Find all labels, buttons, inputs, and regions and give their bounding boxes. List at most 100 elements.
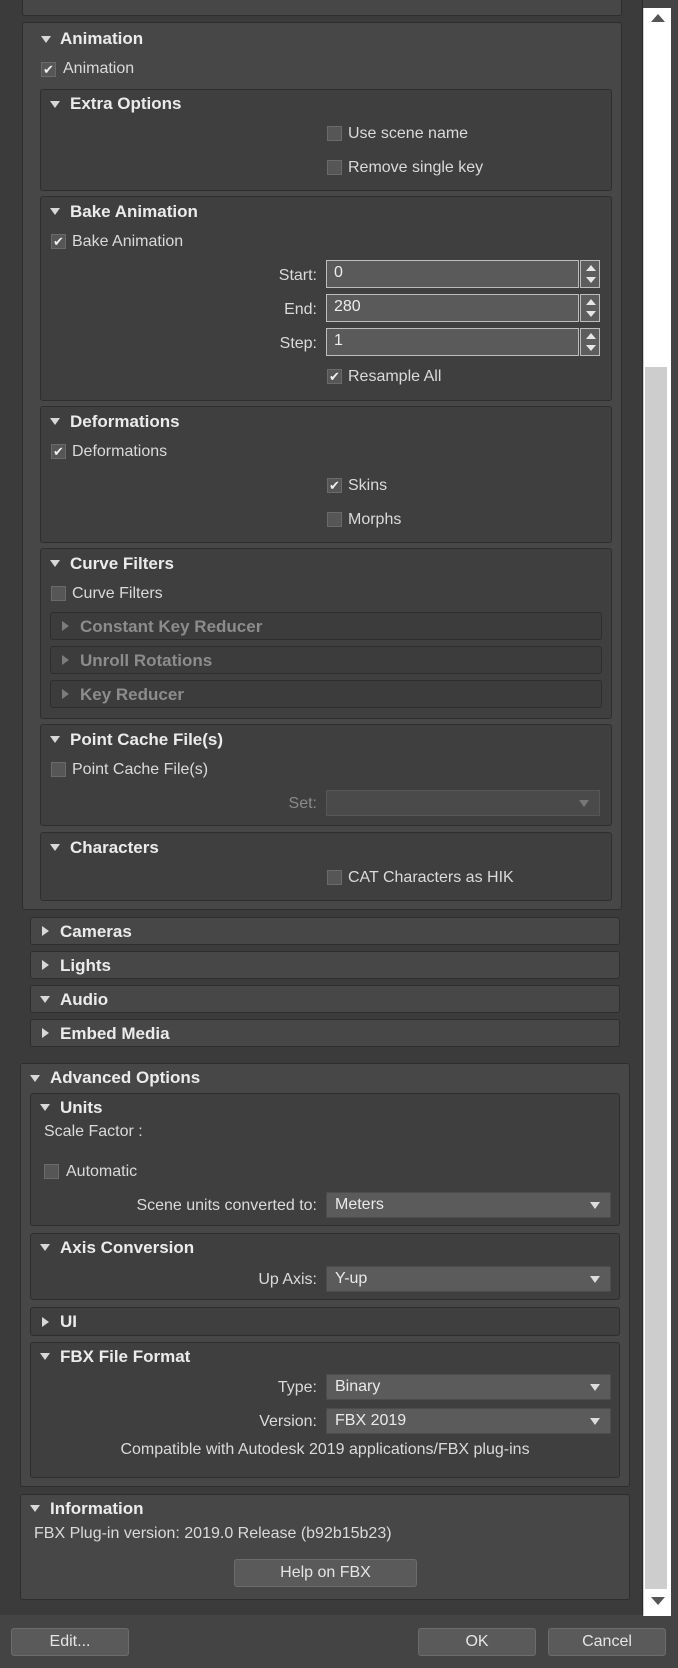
chevron-down-icon <box>590 1276 600 1283</box>
step-label: Step: <box>279 335 317 352</box>
audio-section[interactable] <box>30 985 620 1013</box>
animation-checkbox-label: Animation <box>63 60 135 77</box>
morphs-checkbox[interactable] <box>327 512 342 527</box>
scrollbar-thumb[interactable] <box>645 367 667 1589</box>
extra-options-header[interactable]: Extra Options <box>70 94 181 114</box>
ui-header[interactable]: UI <box>60 1312 77 1332</box>
curve-filters-header[interactable]: Curve Filters <box>70 554 174 574</box>
resample-all-checkbox[interactable]: ✔ <box>327 369 342 384</box>
version-dropdown[interactable]: FBX 2019 <box>326 1408 611 1434</box>
resample-all-label: Resample All <box>348 368 442 385</box>
expand-arrow-icon[interactable] <box>30 1075 40 1082</box>
skins-checkbox[interactable]: ✔ <box>327 478 342 493</box>
start-label: Start: <box>278 267 317 284</box>
compatibility-text: Compatible with Autodesk 2019 applicatio… <box>120 1441 530 1458</box>
type-value: Binary <box>335 1378 381 1395</box>
help-on-fbx-button[interactable]: Help on FBX <box>234 1559 417 1587</box>
version-label: Version: <box>259 1413 317 1430</box>
start-spinner[interactable] <box>580 260 600 288</box>
information-header[interactable]: Information <box>50 1499 144 1519</box>
expand-arrow-icon[interactable] <box>40 996 50 1003</box>
expand-arrow-icon[interactable] <box>42 926 49 936</box>
characters-header[interactable]: Characters <box>70 838 159 858</box>
scroll-down-arrow-icon[interactable] <box>651 1597 665 1605</box>
use-scene-name-checkbox[interactable] <box>327 126 342 141</box>
bake-animation-checkbox[interactable]: ✔ <box>51 234 66 249</box>
up-axis-value: Y-up <box>335 1270 368 1287</box>
step-spinner[interactable] <box>580 328 600 356</box>
end-input[interactable]: 280 <box>326 294 579 322</box>
scale-factor-label: Scale Factor : <box>44 1123 143 1140</box>
cat-as-hik-label: CAT Characters as HIK <box>348 869 514 886</box>
bake-animation-checkbox-label: Bake Animation <box>72 233 184 250</box>
point-cache-header[interactable]: Point Cache File(s) <box>70 730 223 750</box>
expand-arrow-icon[interactable] <box>50 418 60 425</box>
unroll-rotations-header: Unroll Rotations <box>80 651 213 670</box>
cameras-header[interactable]: Cameras <box>60 922 132 942</box>
animation-header[interactable]: Animation <box>60 29 143 49</box>
expand-arrow-icon[interactable] <box>50 208 60 215</box>
collapse-arrow-icon <box>62 621 69 631</box>
expand-arrow-icon[interactable] <box>42 1317 49 1327</box>
key-reducer-header: Key Reducer <box>80 685 184 704</box>
end-spinner[interactable] <box>580 294 600 322</box>
lights-section[interactable] <box>30 951 620 979</box>
chevron-down-icon <box>579 800 589 807</box>
expand-arrow-icon[interactable] <box>40 1104 50 1111</box>
end-label: End: <box>284 301 317 318</box>
expand-arrow-icon[interactable] <box>41 36 51 43</box>
expand-arrow-icon[interactable] <box>50 101 60 108</box>
chevron-down-icon <box>590 1384 600 1391</box>
plugin-version-text: FBX Plug-in version: 2019.0 Release (b92… <box>34 1525 392 1542</box>
set-dropdown[interactable] <box>326 790 600 816</box>
scroll-up-arrow-icon[interactable] <box>651 14 665 22</box>
curve-filters-checkbox-label: Curve Filters <box>72 585 163 602</box>
up-axis-dropdown[interactable]: Y-up <box>326 1266 611 1292</box>
expand-arrow-icon[interactable] <box>40 1244 50 1251</box>
deformations-header[interactable]: Deformations <box>70 412 180 432</box>
expand-arrow-icon[interactable] <box>42 1028 49 1038</box>
expand-arrow-icon[interactable] <box>40 1353 50 1360</box>
collapse-arrow-icon <box>62 655 69 665</box>
up-axis-label: Up Axis: <box>258 1271 317 1288</box>
expand-arrow-icon[interactable] <box>50 736 60 743</box>
curve-filters-checkbox[interactable] <box>51 586 66 601</box>
lights-header[interactable]: Lights <box>60 956 111 976</box>
units-header[interactable]: Units <box>60 1098 103 1118</box>
collapse-arrow-icon <box>62 689 69 699</box>
point-cache-checkbox[interactable] <box>51 762 66 777</box>
version-value: FBX 2019 <box>335 1412 407 1429</box>
embed-media-header[interactable]: Embed Media <box>60 1024 170 1044</box>
ui-section[interactable] <box>30 1307 620 1336</box>
options-scroll-area: Animation ✔ Animation Extra Options Use … <box>0 0 643 1615</box>
cancel-button[interactable]: Cancel <box>548 1628 666 1656</box>
axis-conversion-header[interactable]: Axis Conversion <box>60 1238 194 1258</box>
deformations-checkbox-label: Deformations <box>72 443 168 460</box>
expand-arrow-icon[interactable] <box>50 844 60 851</box>
automatic-checkbox[interactable] <box>44 1164 59 1179</box>
type-label: Type: <box>277 1379 317 1396</box>
skins-label: Skins <box>348 477 388 494</box>
scene-units-dropdown[interactable]: Meters <box>326 1192 611 1218</box>
bake-animation-header[interactable]: Bake Animation <box>70 202 198 222</box>
expand-arrow-icon[interactable] <box>50 560 60 567</box>
chevron-down-icon <box>590 1418 600 1425</box>
type-dropdown[interactable]: Binary <box>326 1374 611 1400</box>
ok-button[interactable]: OK <box>418 1628 536 1656</box>
audio-header[interactable]: Audio <box>60 990 108 1010</box>
cat-as-hik-checkbox[interactable] <box>327 870 342 885</box>
remove-single-key-checkbox[interactable] <box>327 160 342 175</box>
deformations-checkbox[interactable]: ✔ <box>51 444 66 459</box>
chevron-down-icon <box>590 1202 600 1209</box>
step-input[interactable]: 1 <box>326 328 579 356</box>
fbx-file-format-header[interactable]: FBX File Format <box>60 1347 190 1367</box>
animation-checkbox[interactable]: ✔ <box>41 62 56 77</box>
previous-panel-edge <box>22 0 622 16</box>
expand-arrow-icon[interactable] <box>42 960 49 970</box>
start-input[interactable]: 0 <box>326 260 579 288</box>
remove-single-key-label: Remove single key <box>348 159 484 176</box>
expand-arrow-icon[interactable] <box>30 1505 40 1512</box>
constant-key-reducer-header: Constant Key Reducer <box>80 617 263 636</box>
advanced-options-header[interactable]: Advanced Options <box>50 1068 200 1088</box>
edit-button[interactable]: Edit... <box>11 1628 129 1656</box>
